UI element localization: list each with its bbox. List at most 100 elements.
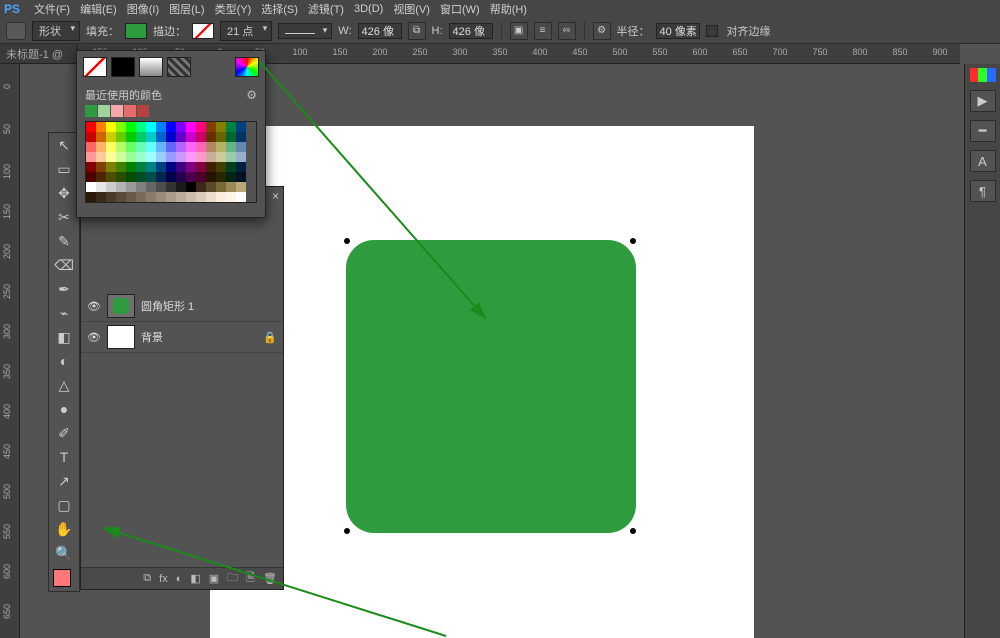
character-panel-icon[interactable]: A	[970, 150, 996, 172]
color-swatch[interactable]	[206, 132, 216, 142]
color-swatch[interactable]	[126, 132, 136, 142]
color-swatch[interactable]	[236, 172, 246, 182]
tool-button[interactable]: 🔍	[49, 541, 79, 565]
arrange-icon[interactable]: ⬄	[558, 22, 576, 40]
color-swatch[interactable]	[166, 132, 176, 142]
color-swatch[interactable]	[156, 142, 166, 152]
color-swatch[interactable]	[206, 172, 216, 182]
color-swatch[interactable]	[116, 162, 126, 172]
color-swatch[interactable]	[166, 162, 176, 172]
color-swatch[interactable]	[196, 152, 206, 162]
color-swatch[interactable]	[166, 142, 176, 152]
color-swatch[interactable]	[176, 162, 186, 172]
tool-button[interactable]: ◐	[49, 349, 79, 373]
layer-row[interactable]: 👁 圆角矩形 1	[81, 291, 283, 322]
color-swatch[interactable]	[176, 142, 186, 152]
foreground-color-swatch[interactable]	[53, 569, 71, 587]
color-swatch[interactable]	[96, 122, 106, 132]
layers-footer-icon[interactable]: 🗀	[227, 569, 238, 588]
color-swatch[interactable]	[86, 192, 96, 202]
align-icon[interactable]: ≡	[534, 22, 552, 40]
color-swatch[interactable]	[166, 152, 176, 162]
color-swatch[interactable]	[86, 132, 96, 142]
color-swatch[interactable]	[156, 152, 166, 162]
color-swatch[interactable]	[206, 192, 216, 202]
color-swatch[interactable]	[196, 182, 206, 192]
transform-handle[interactable]	[630, 528, 636, 534]
color-swatch[interactable]	[176, 132, 186, 142]
color-swatch[interactable]	[126, 152, 136, 162]
color-swatch[interactable]	[226, 182, 236, 192]
tool-button[interactable]: ▢	[49, 493, 79, 517]
color-swatch[interactable]	[136, 192, 146, 202]
color-swatch[interactable]	[96, 162, 106, 172]
color-swatch[interactable]	[146, 132, 156, 142]
color-swatch[interactable]	[236, 162, 246, 172]
tool-button[interactable]: ◧	[49, 325, 79, 349]
color-swatch[interactable]	[106, 142, 116, 152]
menu-help[interactable]: 帮助(H)	[490, 1, 527, 17]
tool-button[interactable]: ✎	[49, 229, 79, 253]
color-swatch[interactable]	[116, 182, 126, 192]
color-swatch[interactable]	[206, 122, 216, 132]
color-swatch[interactable]	[176, 182, 186, 192]
tool-button[interactable]: ●	[49, 397, 79, 421]
canvas[interactable]	[210, 126, 754, 638]
width-input[interactable]	[358, 23, 402, 39]
color-swatch[interactable]	[186, 192, 196, 202]
layers-footer-icon[interactable]: ⧉	[143, 572, 151, 585]
color-swatch[interactable]	[86, 162, 96, 172]
menu-edit[interactable]: 编辑(E)	[80, 1, 117, 17]
menu-image[interactable]: 图像(I)	[127, 1, 159, 17]
visibility-icon[interactable]: 👁	[87, 300, 101, 313]
color-swatch[interactable]	[186, 172, 196, 182]
color-swatch[interactable]	[236, 122, 246, 132]
tool-button[interactable]: ✋	[49, 517, 79, 541]
menu-layer[interactable]: 图层(L)	[169, 1, 204, 17]
color-swatch[interactable]	[236, 192, 246, 202]
color-swatch[interactable]	[176, 152, 186, 162]
color-swatch[interactable]	[226, 162, 236, 172]
color-swatch[interactable]	[186, 182, 196, 192]
color-swatch[interactable]	[226, 122, 236, 132]
no-color-icon[interactable]	[83, 57, 107, 77]
tool-button[interactable]: ⌫	[49, 253, 79, 277]
color-swatch[interactable]	[216, 152, 226, 162]
color-swatch[interactable]	[196, 162, 206, 172]
color-swatch[interactable]	[136, 162, 146, 172]
layers-footer-icon[interactable]: ▣	[209, 572, 219, 585]
color-swatch[interactable]	[136, 182, 146, 192]
color-swatch[interactable]	[116, 122, 126, 132]
color-swatch[interactable]	[146, 152, 156, 162]
color-chip-icon[interactable]	[970, 68, 996, 82]
color-swatch[interactable]	[236, 182, 246, 192]
color-swatch[interactable]	[196, 192, 206, 202]
color-swatch[interactable]	[116, 152, 126, 162]
color-swatch[interactable]	[226, 152, 236, 162]
color-swatch[interactable]	[236, 152, 246, 162]
color-picker-icon[interactable]	[235, 57, 259, 77]
lock-icon[interactable]: 🔒	[263, 331, 277, 344]
layers-footer-icon[interactable]: ◧	[190, 572, 200, 585]
color-swatch[interactable]	[176, 122, 186, 132]
color-swatch[interactable]	[216, 172, 226, 182]
color-swatch[interactable]	[86, 172, 96, 182]
layer-thumbnail[interactable]	[107, 325, 135, 349]
transform-handle[interactable]	[344, 238, 350, 244]
tool-button[interactable]: ✐	[49, 421, 79, 445]
color-swatch[interactable]	[96, 172, 106, 182]
transform-handle[interactable]	[630, 238, 636, 244]
color-swatch[interactable]	[146, 182, 156, 192]
color-swatch[interactable]	[146, 172, 156, 182]
color-swatch[interactable]	[146, 122, 156, 132]
visibility-icon[interactable]: 👁	[87, 331, 101, 344]
color-swatch[interactable]	[226, 132, 236, 142]
tool-button[interactable]: ✥	[49, 181, 79, 205]
color-swatch[interactable]	[146, 192, 156, 202]
color-swatch[interactable]	[116, 132, 126, 142]
tool-button[interactable]: △	[49, 373, 79, 397]
rounded-rectangle-shape[interactable]	[346, 240, 636, 533]
tool-button[interactable]: ↖	[49, 133, 79, 157]
layers-footer-icon[interactable]: 🗑	[263, 572, 277, 585]
active-tool-icon[interactable]	[6, 22, 26, 40]
